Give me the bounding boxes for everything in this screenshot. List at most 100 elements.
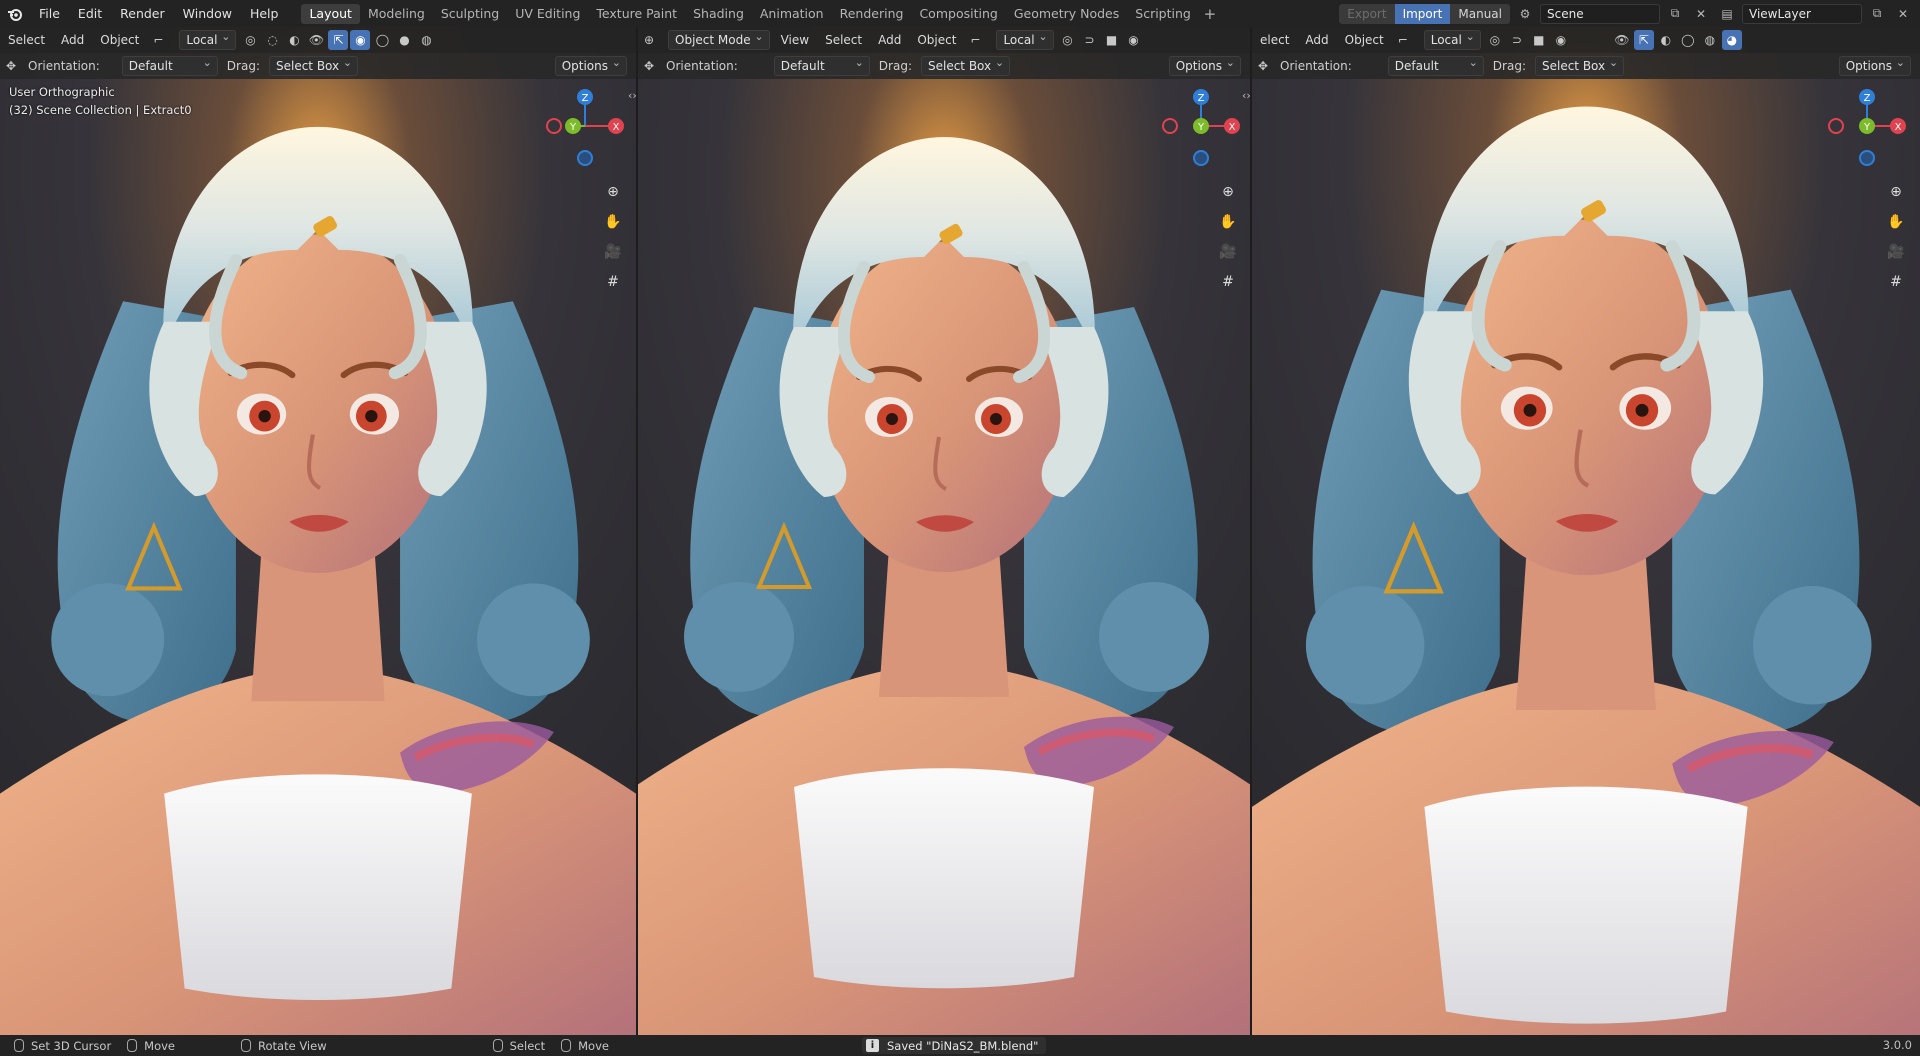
move-tool-icon[interactable]: ✥ [1, 56, 21, 76]
tab-animation[interactable]: Animation [752, 4, 832, 24]
xray-icon[interactable]: ◐ [284, 30, 304, 50]
options-dropdown[interactable]: Options [554, 54, 627, 76]
transform-pivot-dropdown[interactable]: Local [179, 28, 237, 50]
camera-icon[interactable]: 🎥 [601, 240, 625, 264]
solid-shading-icon[interactable]: ■ [1102, 30, 1122, 50]
menu-object[interactable]: Object [92, 30, 147, 50]
pan-hand-icon[interactable]: ✋ [1216, 210, 1240, 234]
wireframe-shading-icon[interactable]: ◯ [1678, 30, 1698, 50]
tab-compositing[interactable]: Compositing [911, 4, 1005, 24]
xray-icon[interactable]: ◐ [1656, 30, 1676, 50]
material-shading-icon[interactable]: ◍ [416, 30, 436, 50]
viewport-right[interactable]: elect Add Object ⌐ Local ◎ ⊃ ■ ◉ 👁 ⇱ ◐ ◯… [1252, 27, 1920, 1035]
tab-sculpting[interactable]: Sculpting [433, 4, 507, 24]
menu-select[interactable]: Select [0, 30, 53, 50]
view-layer-field[interactable]: ViewLayer [1742, 3, 1862, 24]
overlays-toggle-icon[interactable]: ◉ [350, 30, 371, 50]
tab-modeling[interactable]: Modeling [360, 4, 433, 24]
menu-select[interactable]: Select [817, 30, 870, 50]
new-view-layer-icon[interactable]: ⧉ [1866, 4, 1888, 24]
camera-icon[interactable]: 🎥 [1884, 240, 1908, 264]
tab-geometry-nodes[interactable]: Geometry Nodes [1006, 4, 1127, 24]
pan-hand-icon[interactable]: ✋ [1884, 210, 1908, 234]
proportional-icon[interactable]: ◎ [240, 30, 260, 50]
delete-view-layer-icon[interactable]: ✕ [1892, 4, 1914, 24]
menu-object[interactable]: Object [909, 30, 964, 50]
orientation-dropdown[interactable]: Default [773, 54, 870, 76]
menu-edit[interactable]: Edit [69, 0, 111, 27]
solid-shading-icon[interactable]: ● [394, 30, 414, 50]
wireframe-shading-icon[interactable]: ◯ [372, 30, 392, 50]
solid-shading-icon[interactable]: ■ [1529, 30, 1549, 50]
new-scene-icon[interactable]: ⧉ [1664, 4, 1686, 24]
transform-pivot-dropdown[interactable]: Local [996, 28, 1054, 50]
menu-render[interactable]: Render [111, 0, 174, 27]
menu-add[interactable]: Add [870, 30, 909, 50]
menu-add[interactable]: Add [1297, 30, 1336, 50]
options-dropdown[interactable]: Options [1838, 54, 1911, 76]
navigation-gizmo[interactable]: Z X Y [1822, 80, 1912, 170]
menu-view[interactable]: View [773, 30, 817, 50]
gizmo-toggle-icon[interactable]: ⇱ [1633, 30, 1654, 50]
navigation-gizmo[interactable]: Z X Y [540, 80, 630, 170]
camera-icon[interactable]: 🎥 [1216, 240, 1240, 264]
viewport-left[interactable]: Select Add Object ⌐ Local ◎ ◌ ◐ 👁 ⇱ ◉ ◯ … [0, 27, 636, 1035]
orientation-dropdown[interactable]: Default [1387, 54, 1484, 76]
visibility-icon[interactable]: 👁 [306, 30, 326, 50]
view-layer-icon[interactable]: ▤ [1716, 4, 1738, 24]
proportional-icon[interactable]: ◎ [1058, 30, 1078, 50]
export-button[interactable]: Export [1339, 4, 1394, 24]
tab-scripting[interactable]: Scripting [1127, 4, 1199, 24]
transform-pivot-dropdown[interactable]: Local [1423, 28, 1481, 50]
menu-help[interactable]: Help [241, 0, 288, 27]
gizmo-toggle-icon[interactable]: ⇱ [328, 30, 349, 50]
drag-dropdown[interactable]: Select Box [920, 54, 1011, 76]
tab-rendering[interactable]: Rendering [832, 4, 912, 24]
tab-texture-paint[interactable]: Texture Paint [588, 4, 685, 24]
tab-uv-editing[interactable]: UV Editing [507, 4, 588, 24]
zoom-icon[interactable]: ⊕ [1884, 180, 1908, 204]
blender-logo-icon[interactable] [0, 0, 30, 27]
snap-icon[interactable]: ⌐ [148, 30, 168, 50]
move-tool-icon[interactable]: ✥ [639, 56, 659, 76]
menu-object[interactable]: Object [1337, 30, 1392, 50]
menu-select[interactable]: elect [1252, 30, 1297, 50]
scene-field[interactable]: Scene [1540, 3, 1660, 24]
snap-icon[interactable]: ⌐ [1393, 30, 1413, 50]
options-dropdown[interactable]: Options [1168, 54, 1241, 76]
tab-shading[interactable]: Shading [685, 4, 752, 24]
grid-icon[interactable]: # [601, 270, 625, 294]
zoom-icon[interactable]: ⊕ [1216, 180, 1240, 204]
orientation-dropdown[interactable]: Default [121, 54, 218, 76]
mode-dropdown[interactable]: Object Mode [668, 28, 770, 50]
visibility-icon[interactable]: 👁 [1612, 30, 1632, 50]
drag-dropdown[interactable]: Select Box [1534, 54, 1625, 76]
move-tool-icon[interactable]: ✥ [1253, 56, 1273, 76]
rendered-shading-icon[interactable]: ◕ [1721, 30, 1742, 50]
zoom-icon[interactable]: ⊕ [601, 180, 625, 204]
menu-add[interactable]: Add [53, 30, 92, 50]
grid-icon[interactable]: # [1216, 270, 1240, 294]
manual-button[interactable]: Manual [1450, 4, 1510, 24]
overlay-icon[interactable]: ◌ [262, 30, 282, 50]
drag-dropdown[interactable]: Select Box [268, 54, 359, 76]
add-workspace-button[interactable]: + [1199, 4, 1221, 24]
overlay-icon[interactable]: ◉ [1124, 30, 1144, 50]
editor-type-icon[interactable]: ⊕ [639, 30, 659, 50]
navigation-gizmo[interactable]: Z X Y [1156, 80, 1246, 170]
menu-window[interactable]: Window [174, 0, 241, 27]
menu-file[interactable]: File [30, 0, 69, 27]
delete-scene-icon[interactable]: ✕ [1690, 4, 1712, 24]
overlay-icon[interactable]: ◉ [1551, 30, 1571, 50]
scene-icon[interactable]: ⚙ [1514, 4, 1536, 24]
viewport-middle[interactable]: ⊕ Object Mode View Select Add Object ⌐ L… [638, 27, 1250, 1035]
snap-icon[interactable]: ⌐ [965, 30, 985, 50]
import-button[interactable]: Import [1394, 3, 1451, 24]
pan-hand-icon[interactable]: ✋ [601, 210, 625, 234]
save-report[interactable]: i Saved "DiNaS2_BM.blend" [862, 1037, 1047, 1054]
grid-icon[interactable]: # [1884, 270, 1908, 294]
proportional-icon[interactable]: ◎ [1485, 30, 1505, 50]
snap-magnet-icon[interactable]: ⊃ [1507, 30, 1527, 50]
material-shading-icon[interactable]: ◍ [1700, 30, 1720, 50]
tab-layout[interactable]: Layout [301, 3, 360, 24]
